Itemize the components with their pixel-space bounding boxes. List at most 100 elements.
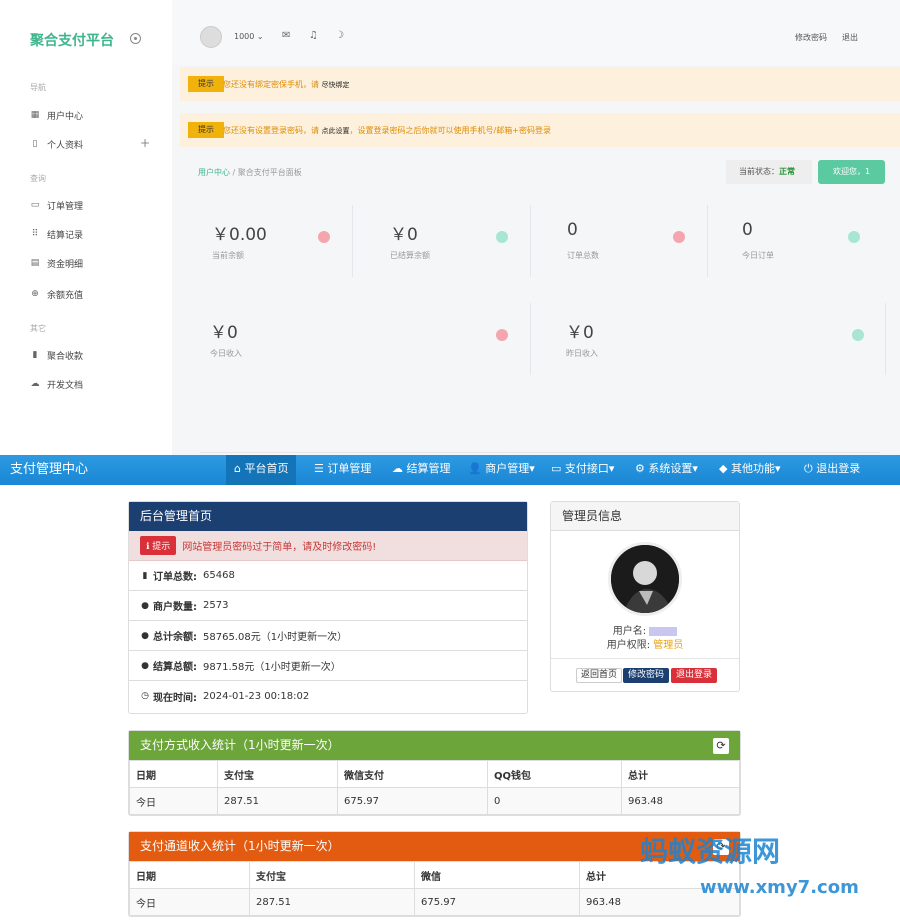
nav-merchants[interactable]: 👤 商户管理▾ bbox=[460, 455, 543, 485]
table-header: QQ钱包 bbox=[487, 760, 622, 788]
back-home-button[interactable]: 返回首页 bbox=[576, 668, 623, 683]
stat-row-time: ◷ 现在时间: 2024-01-23 00:18:02 bbox=[141, 690, 310, 704]
watermark-logo: 蚂蚁资源网 bbox=[640, 835, 781, 868]
phone-alert: 提示 您还没有绑定密保手机，请 尽快绑定 bbox=[180, 67, 900, 101]
role-line: 用户权限: 管理员 bbox=[606, 640, 684, 651]
nav-orders[interactable]: ☰ 订单管理 bbox=[306, 455, 379, 485]
table-cell: 287.51 bbox=[217, 787, 338, 815]
sidebar-item-label: 结算记录 bbox=[47, 230, 84, 241]
table-header: 支付宝 bbox=[249, 861, 415, 889]
stat-label: 今日收入 bbox=[210, 349, 242, 358]
sidebar-item-aggregate[interactable]: ▮ 聚合收款 bbox=[30, 347, 150, 363]
alert-message: 您还没有设置登录密码，请 点此设置，设置登录密码之后你就可以使用手机号/邮箱+密… bbox=[223, 126, 551, 135]
sidebar-item-settlements[interactable]: ⠿ 结算记录 bbox=[30, 226, 150, 242]
monitor-icon: ▭ bbox=[30, 200, 40, 210]
admin-brand[interactable]: 支付管理中心 bbox=[10, 459, 88, 481]
stat-dot bbox=[318, 231, 330, 243]
sidebar-item-orders[interactable]: ▭ 订单管理 bbox=[30, 197, 150, 213]
stat-label: 当前余额 bbox=[212, 251, 244, 260]
nav-settings[interactable]: ⚙ 系统设置▾ bbox=[627, 455, 706, 485]
divider bbox=[530, 303, 531, 375]
sidebar-item-label: 聚合收款 bbox=[47, 351, 84, 362]
sidebar-item-docs[interactable]: ☁ 开发文档 bbox=[30, 376, 150, 392]
mail-icon[interactable]: ✉ bbox=[282, 30, 290, 41]
panel-title: 管理员信息 bbox=[551, 502, 739, 531]
home-icon: ⌂ bbox=[234, 462, 241, 475]
user-icon: 👤 bbox=[468, 462, 482, 475]
breadcrumb-home[interactable]: 用户中心 bbox=[198, 168, 230, 177]
stat-dot bbox=[496, 329, 508, 341]
refresh-icon[interactable]: ⟳ bbox=[713, 738, 729, 754]
table-cell: 0 bbox=[487, 787, 622, 815]
table-header: 日期 bbox=[129, 861, 250, 889]
divider bbox=[352, 205, 353, 277]
password-warning: ℹ 提示 网站管理员密码过于简单，请及时修改密码! bbox=[129, 531, 527, 561]
drop-icon: ● bbox=[141, 660, 149, 671]
change-password-link[interactable]: 修改密码 bbox=[795, 32, 827, 43]
table-header: 支付宝 bbox=[217, 760, 338, 788]
stat-label: 今日订单 bbox=[742, 251, 774, 260]
nav-home[interactable]: ⌂ 平台首页 bbox=[226, 455, 297, 485]
sidebar-item-recharge[interactable]: ⊕ 余额充值 bbox=[30, 286, 150, 302]
plus-icon[interactable]: + bbox=[140, 136, 150, 150]
stat-settled: ￥0 已结算余额 bbox=[378, 208, 528, 280]
user-id: 1000 bbox=[234, 32, 255, 41]
stat-label: 已结算余额 bbox=[390, 251, 430, 260]
nav-logout[interactable]: ⏻ 退出登录 bbox=[796, 455, 868, 485]
target-icon[interactable] bbox=[130, 33, 141, 44]
sidebar-item-label: 订单管理 bbox=[47, 201, 84, 212]
bar-chart-icon: ▮ bbox=[142, 570, 148, 581]
nav-settlement[interactable]: ☁ 结算管理 bbox=[384, 455, 459, 485]
stat-value: ￥0.00 bbox=[212, 225, 267, 245]
merchant-sidebar: 聚合支付平台 导航 ▦ 用户中心 ▯ 个人资料 + 查询 ▭ 订单管理 ⠿ 结算记录 ▤… bbox=[0, 0, 172, 455]
bookmark-icon: ▯ bbox=[32, 139, 38, 149]
sidebar-item-label: 资金明细 bbox=[47, 259, 84, 270]
bind-phone-link[interactable]: 尽快绑定 bbox=[322, 81, 350, 89]
stat-value: 0 bbox=[742, 220, 753, 240]
welcome-button[interactable]: 欢迎您，1 bbox=[818, 160, 885, 184]
breadcrumb: 用户中心 / 聚合支付平台面板 bbox=[198, 168, 302, 177]
nav-other[interactable]: ◆ 其他功能▾ bbox=[711, 455, 789, 485]
stat-label: 昨日收入 bbox=[566, 349, 598, 358]
gear-icon: ⚙ bbox=[635, 462, 645, 475]
grid-icon: ▦ bbox=[30, 110, 40, 120]
sidebar-item-funds[interactable]: ▤ 资金明细 bbox=[30, 255, 150, 271]
info-icon: ℹ bbox=[146, 542, 150, 552]
drop-icon: ● bbox=[141, 630, 149, 641]
sidebar-item-label: 个人资料 bbox=[47, 140, 84, 151]
plus-circle-icon: ⊕ bbox=[31, 289, 39, 299]
stat-balance: ￥0.00 当前余额 bbox=[200, 208, 350, 280]
cloud-icon: ☁ bbox=[392, 462, 403, 475]
user-menu[interactable]: 1000 ⌄ bbox=[234, 32, 264, 41]
nav-pay-interface[interactable]: ▭ 支付接口▾ bbox=[543, 455, 622, 485]
divider bbox=[707, 205, 708, 277]
sidebar-item-user-center[interactable]: ▦ 用户中心 bbox=[30, 107, 150, 123]
bell-icon[interactable]: ♫ bbox=[309, 30, 318, 41]
change-password-button[interactable]: 修改密码 bbox=[623, 668, 670, 683]
section-label-nav: 导航 bbox=[30, 83, 46, 92]
username-line: 用户名: bbox=[551, 622, 739, 637]
stat-today-income: ￥0 今日收入 bbox=[198, 306, 528, 378]
table-header: 微信 bbox=[414, 861, 580, 889]
clock-icon: ◷ bbox=[141, 691, 149, 701]
table-header: 日期 bbox=[129, 760, 218, 788]
sidebar-item-profile[interactable]: ▯ 个人资料 + bbox=[30, 136, 150, 152]
credit-card-icon: ▭ bbox=[551, 462, 562, 475]
panel-title: 支付方式收入统计（1小时更新一次） ⟳ bbox=[129, 731, 740, 760]
stat-dot bbox=[673, 231, 685, 243]
alert-tag: 提示 bbox=[188, 76, 224, 92]
logout-link[interactable]: 退出 bbox=[842, 32, 858, 43]
merchant-dashboard: 聚合支付平台 导航 ▦ 用户中心 ▯ 个人资料 + 查询 ▭ 订单管理 ⠿ 结算记录 ▤… bbox=[0, 0, 900, 455]
stat-row-orders: ▮ 订单总数: 65468 bbox=[129, 561, 527, 591]
set-password-link[interactable]: 点此设置 bbox=[322, 127, 350, 135]
stat-today-orders: 0 今日订单 bbox=[730, 208, 880, 280]
moon-icon[interactable]: ☽ bbox=[335, 30, 344, 41]
avatar bbox=[608, 542, 682, 616]
table-row: 今日 287.51 675.97 0 963.48 bbox=[129, 787, 740, 815]
stat-value: ￥0 bbox=[210, 323, 238, 343]
panel-title: 后台管理首页 bbox=[129, 502, 527, 531]
avatar[interactable] bbox=[200, 26, 222, 48]
stat-row-balance: ● 总计余额: 58765.08元（1小时更新一次） bbox=[129, 621, 527, 651]
merchant-header: 1000 ⌄ ✉ ♫ ☽ 修改密码 退出 bbox=[172, 0, 900, 65]
logout-button[interactable]: 退出登录 bbox=[671, 668, 718, 683]
